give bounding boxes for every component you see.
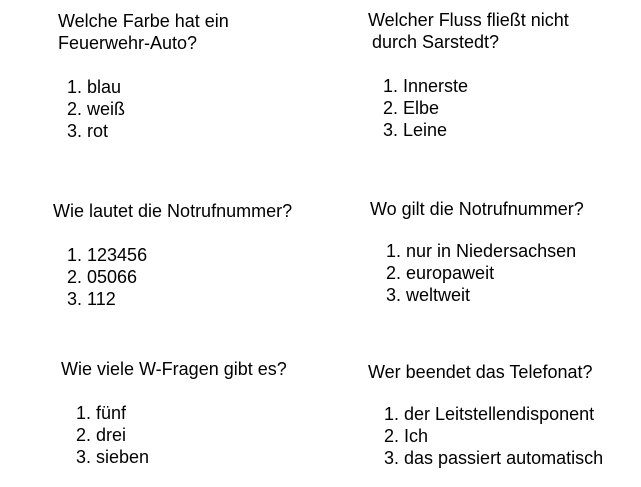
answer-option: 3. sieben bbox=[76, 447, 150, 467]
quiz-card-fire-truck-color: Welche Farbe hat ein Feuerwehr-Auto? 1. … bbox=[58, 10, 229, 142]
answer-option: 1. Innerste bbox=[383, 76, 469, 96]
answer-list: 1. Innerste 2. Elbe 3. Leine bbox=[368, 75, 569, 141]
answer-option: 3. 112 bbox=[67, 289, 116, 309]
answer-list: 1. nur in Niedersachsen 2. europaweit 3.… bbox=[370, 240, 584, 306]
question-text: Wo gilt die Notrufnummer? bbox=[370, 199, 584, 219]
answer-option: 1. der Leitstellendisponent bbox=[384, 404, 595, 424]
answer-option: 1. fünf bbox=[76, 403, 127, 423]
answer-option: 2. Elbe bbox=[383, 98, 440, 118]
quiz-card-w-questions: Wie viele W-Fragen gibt es? 1. fünf 2. d… bbox=[61, 358, 287, 468]
answer-list: 1. der Leitstellendisponent 2. Ich 3. da… bbox=[368, 403, 603, 469]
answer-list: 1. 123456 2. 05066 3. 112 bbox=[53, 244, 292, 310]
question-text: Welcher Fluss fließt nicht bbox=[368, 10, 569, 30]
answer-option: 1. nur in Niedersachsen bbox=[386, 241, 577, 261]
answer-option: 2. europaweit bbox=[386, 263, 495, 283]
answer-option: 2. drei bbox=[76, 425, 127, 445]
answer-option: 3. das passiert automatisch bbox=[384, 448, 604, 468]
question-text: durch Sarstedt? bbox=[372, 32, 500, 52]
answer-list: 1. blau 2. weiß 3. rot bbox=[58, 76, 229, 142]
answer-option: 3. weltweit bbox=[386, 285, 471, 305]
quiz-card-river-sarstedt: Welcher Fluss fließt nicht durch Sarsted… bbox=[368, 9, 569, 141]
answer-list: 1. fünf 2. drei 3. sieben bbox=[61, 402, 287, 468]
answer-option: 3. rot bbox=[67, 121, 109, 141]
question-text: Wie lautet die Notrufnummer? bbox=[53, 201, 293, 221]
answer-option: 2. 05066 bbox=[67, 267, 138, 287]
quiz-card-call-end: Wer beendet das Telefonat? 1. der Leitst… bbox=[368, 361, 603, 469]
answer-option: 3. Leine bbox=[383, 120, 448, 140]
quiz-card-emergency-number: Wie lautet die Notrufnummer? 1. 123456 2… bbox=[53, 200, 292, 310]
question-text: Welche Farbe hat ein bbox=[58, 11, 229, 31]
answer-option: 2. weiß bbox=[67, 99, 126, 119]
question-text: Wie viele W-Fragen gibt es? bbox=[61, 359, 287, 379]
answer-option: 1. 123456 bbox=[67, 245, 148, 265]
quiz-card-emergency-number-validity: Wo gilt die Notrufnummer? 1. nur in Nied… bbox=[370, 198, 584, 306]
answer-option: 2. Ich bbox=[384, 426, 429, 446]
question-text: Wer beendet das Telefonat? bbox=[368, 362, 593, 382]
question-text: Feuerwehr-Auto? bbox=[58, 33, 198, 53]
answer-option: 1. blau bbox=[67, 77, 122, 97]
